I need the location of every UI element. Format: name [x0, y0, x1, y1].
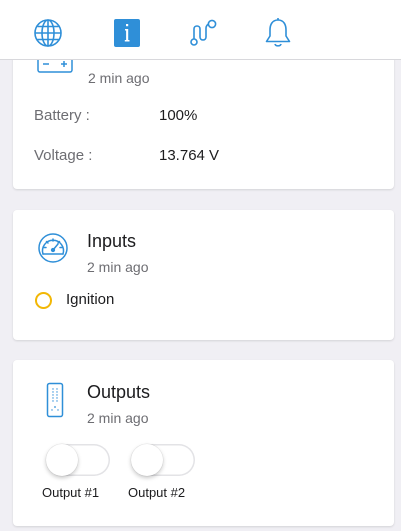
- power-updated-time: 2 min ago: [88, 70, 150, 86]
- info-icon: [114, 19, 140, 47]
- output-2-label: Output #2: [128, 485, 186, 500]
- tab-info[interactable]: [110, 16, 144, 50]
- globe-icon: [34, 19, 62, 47]
- ignition-label: Ignition: [66, 291, 115, 308]
- gauge-icon: [38, 233, 68, 263]
- inputs-updated-time: 2 min ago: [87, 259, 149, 275]
- outputs-card: Outputs 2 min ago Output #1 Output #2: [13, 360, 394, 526]
- outputs-updated-time: 2 min ago: [87, 410, 149, 426]
- voltage-value: 13.764 V: [159, 147, 220, 164]
- toggle-knob: [131, 444, 163, 476]
- tab-globe[interactable]: [31, 16, 65, 50]
- outputs-title: Outputs: [87, 382, 151, 402]
- output-1-toggle[interactable]: [46, 444, 110, 476]
- ignition-status-indicator: [35, 292, 52, 309]
- top-tab-bar: [0, 0, 401, 60]
- inputs-card: Inputs 2 min ago Ignition: [13, 210, 394, 340]
- bell-icon: [265, 18, 291, 47]
- battery-label: Battery :: [34, 107, 90, 124]
- voltage-label: Voltage :: [34, 147, 93, 164]
- output-1-label: Output #1: [42, 485, 100, 500]
- tab-notifications[interactable]: [261, 16, 295, 50]
- tab-route[interactable]: [186, 16, 220, 50]
- battery-value: 100%: [159, 107, 198, 124]
- inputs-title: Inputs: [87, 231, 137, 251]
- route-icon: [190, 19, 217, 46]
- output-2-toggle[interactable]: [131, 444, 195, 476]
- remote-icon: [46, 382, 64, 418]
- power-card: 2 min ago Battery : 100% Voltage : 13.76…: [13, 40, 394, 189]
- toggle-knob: [46, 444, 78, 476]
